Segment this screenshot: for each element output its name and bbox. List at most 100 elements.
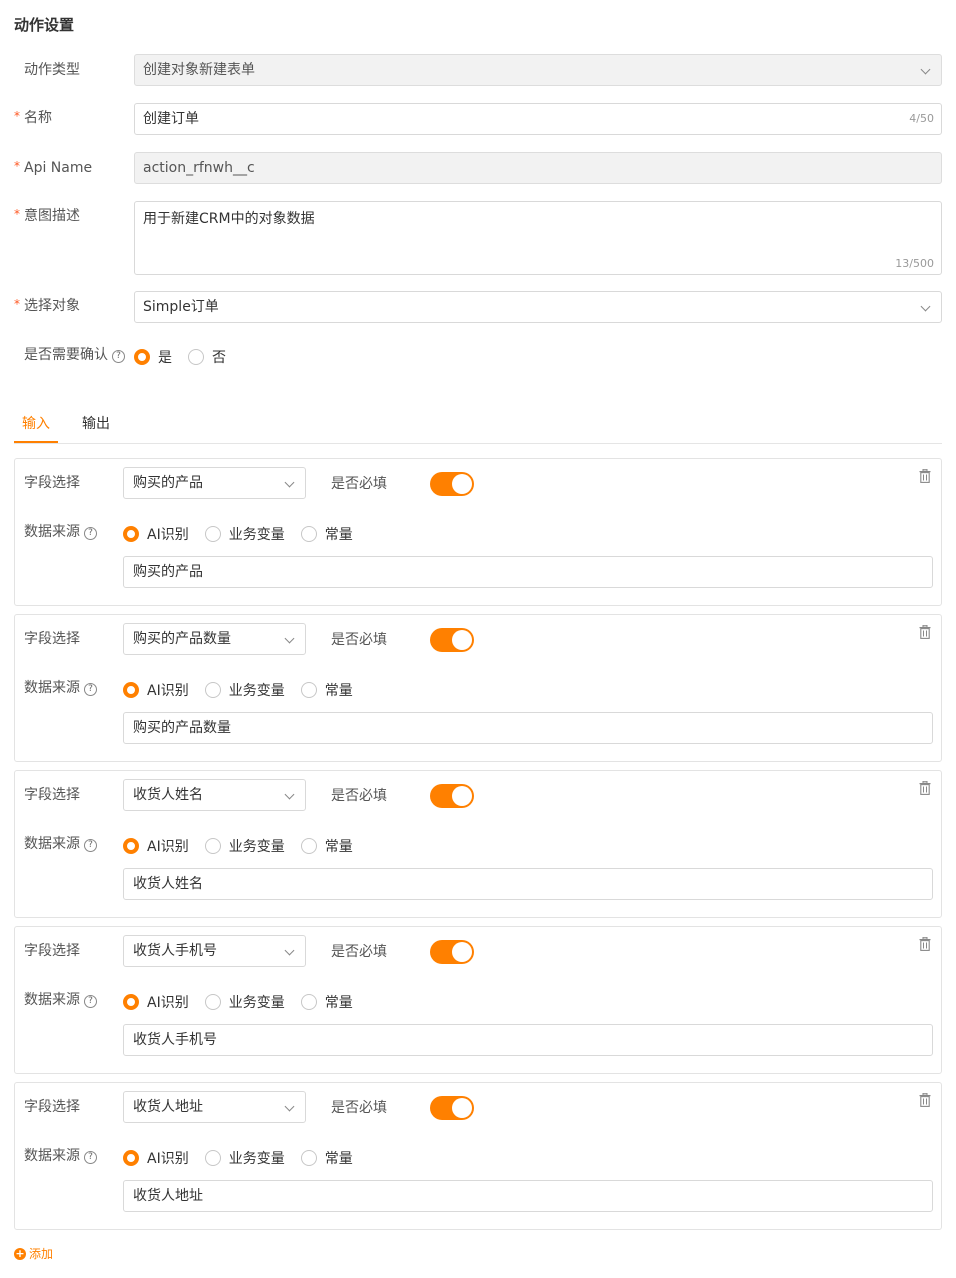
radio-checked-icon	[134, 349, 150, 365]
tab-output[interactable]: 输出	[82, 414, 110, 434]
help-icon[interactable]: ?	[84, 995, 97, 1008]
field-select[interactable]: 购买的产品	[123, 467, 306, 499]
help-icon[interactable]: ?	[112, 350, 125, 363]
required-label: 是否必填	[331, 788, 387, 804]
source-option-business-variable[interactable]: 业务变量	[204, 680, 285, 700]
field-select-value: 收货人姓名	[133, 787, 203, 803]
field-value-input[interactable]: 购买的产品数量	[123, 712, 933, 744]
radio-unchecked-icon	[204, 1150, 221, 1166]
field-select-label: 字段选择	[24, 787, 80, 803]
name-counter: 4/50	[909, 112, 934, 125]
required-toggle[interactable]	[430, 940, 474, 964]
source-option-ai[interactable]: AI识别	[123, 992, 189, 1012]
object-label: * 选择对象	[14, 297, 80, 314]
source-option-ai[interactable]: AI识别	[123, 1148, 189, 1168]
source-option-ai[interactable]: AI识别	[123, 680, 189, 700]
field-select-label: 字段选择	[24, 631, 80, 647]
help-icon[interactable]: ?	[84, 527, 97, 540]
toggle-knob	[452, 786, 472, 806]
help-icon[interactable]: ?	[84, 1151, 97, 1164]
field-select[interactable]: 收货人手机号	[123, 935, 306, 967]
source-option-business-variable[interactable]: 业务变量	[204, 524, 285, 544]
source-option-constant[interactable]: 常量	[300, 1148, 353, 1168]
confirm-option-yes[interactable]: 是	[134, 347, 172, 367]
field-select[interactable]: 收货人地址	[123, 1091, 306, 1123]
intent-textarea[interactable]: 用于新建CRM中的对象数据 13/500	[134, 201, 942, 275]
field-select-value: 收货人地址	[133, 1099, 203, 1115]
chevron-down-icon	[284, 477, 295, 488]
trash-icon[interactable]	[919, 781, 931, 795]
data-source-label: 数据来源?	[24, 834, 97, 854]
chevron-down-icon	[284, 633, 295, 644]
data-source-label: 数据来源?	[24, 678, 97, 698]
field-card: 字段选择 收货人地址 是否必填 数据来源? AI识别 业务变量 常量 收货人地址	[14, 1082, 942, 1230]
field-select-label: 字段选择	[24, 475, 80, 491]
required-toggle[interactable]	[430, 628, 474, 652]
confirm-label: 是否需要确认?	[14, 345, 125, 365]
source-option-constant[interactable]: 常量	[300, 992, 353, 1012]
field-value-input[interactable]: 收货人地址	[123, 1180, 933, 1212]
action-type-label: 动作类型	[24, 62, 80, 78]
chevron-down-icon	[284, 945, 295, 956]
data-source-radio-group: AI识别 业务变量 常量	[123, 992, 369, 1012]
field-value-input[interactable]: 购买的产品	[123, 556, 933, 588]
required-toggle[interactable]	[430, 1096, 474, 1120]
api-name-input: action_rfnwh__c	[134, 152, 942, 184]
data-source-radio-group: AI识别 业务变量 常量	[123, 524, 369, 544]
source-option-business-variable[interactable]: 业务变量	[204, 1148, 285, 1168]
radio-unchecked-icon	[300, 526, 317, 542]
help-icon[interactable]: ?	[84, 683, 97, 696]
field-select-value: 购买的产品数量	[133, 631, 231, 647]
trash-icon[interactable]	[919, 1093, 931, 1107]
source-option-ai[interactable]: AI识别	[123, 836, 189, 856]
source-option-business-variable[interactable]: 业务变量	[204, 992, 285, 1012]
source-option-ai[interactable]: AI识别	[123, 524, 189, 544]
radio-unchecked-icon	[204, 838, 221, 854]
chevron-down-icon	[284, 789, 295, 800]
add-field-button[interactable]: + 添加	[14, 1245, 53, 1262]
source-option-business-variable[interactable]: 业务变量	[204, 836, 285, 856]
source-option-constant[interactable]: 常量	[300, 836, 353, 856]
field-select-value: 购买的产品	[133, 475, 203, 491]
radio-checked-icon	[123, 526, 139, 542]
name-input[interactable]: 创建订单 4/50	[134, 103, 942, 135]
radio-unchecked-icon	[204, 526, 221, 542]
radio-checked-icon	[123, 994, 139, 1010]
field-select-label: 字段选择	[24, 943, 80, 959]
tab-input[interactable]: 输入	[22, 414, 50, 434]
confirm-radio-group: 是 否	[134, 347, 242, 367]
radio-unchecked-icon	[300, 1150, 317, 1166]
required-label: 是否必填	[331, 1100, 387, 1116]
toggle-knob	[452, 1098, 472, 1118]
radio-checked-icon	[123, 838, 139, 854]
section-title: 动作设置	[14, 16, 75, 34]
source-option-constant[interactable]: 常量	[300, 524, 353, 544]
field-value-input[interactable]: 收货人姓名	[123, 868, 933, 900]
source-option-constant[interactable]: 常量	[300, 680, 353, 700]
toggle-knob	[452, 474, 472, 494]
chevron-down-icon	[284, 1101, 295, 1112]
field-card: 字段选择 购买的产品 是否必填 数据来源? AI识别 业务变量 常量 购买的产品	[14, 458, 942, 606]
chevron-down-icon	[920, 301, 931, 312]
field-select[interactable]: 收货人姓名	[123, 779, 306, 811]
data-source-label: 数据来源?	[24, 1146, 97, 1166]
field-card: 字段选择 收货人手机号 是否必填 数据来源? AI识别 业务变量 常量 收货人手…	[14, 926, 942, 1074]
object-select[interactable]: Simple订单	[134, 291, 942, 323]
intent-counter: 13/500	[895, 257, 934, 270]
data-source-radio-group: AI识别 业务变量 常量	[123, 1148, 369, 1168]
trash-icon[interactable]	[919, 469, 931, 483]
toggle-knob	[452, 630, 472, 650]
required-toggle[interactable]	[430, 784, 474, 808]
help-icon[interactable]: ?	[84, 839, 97, 852]
trash-icon[interactable]	[919, 937, 931, 951]
field-select[interactable]: 购买的产品数量	[123, 623, 306, 655]
chevron-down-icon	[920, 64, 931, 75]
required-toggle[interactable]	[430, 472, 474, 496]
radio-unchecked-icon	[300, 994, 317, 1010]
field-value-input[interactable]: 收货人手机号	[123, 1024, 933, 1056]
data-source-label: 数据来源?	[24, 990, 97, 1010]
trash-icon[interactable]	[919, 625, 931, 639]
radio-unchecked-icon	[204, 682, 221, 698]
required-label: 是否必填	[331, 944, 387, 960]
confirm-option-no[interactable]: 否	[188, 347, 226, 367]
